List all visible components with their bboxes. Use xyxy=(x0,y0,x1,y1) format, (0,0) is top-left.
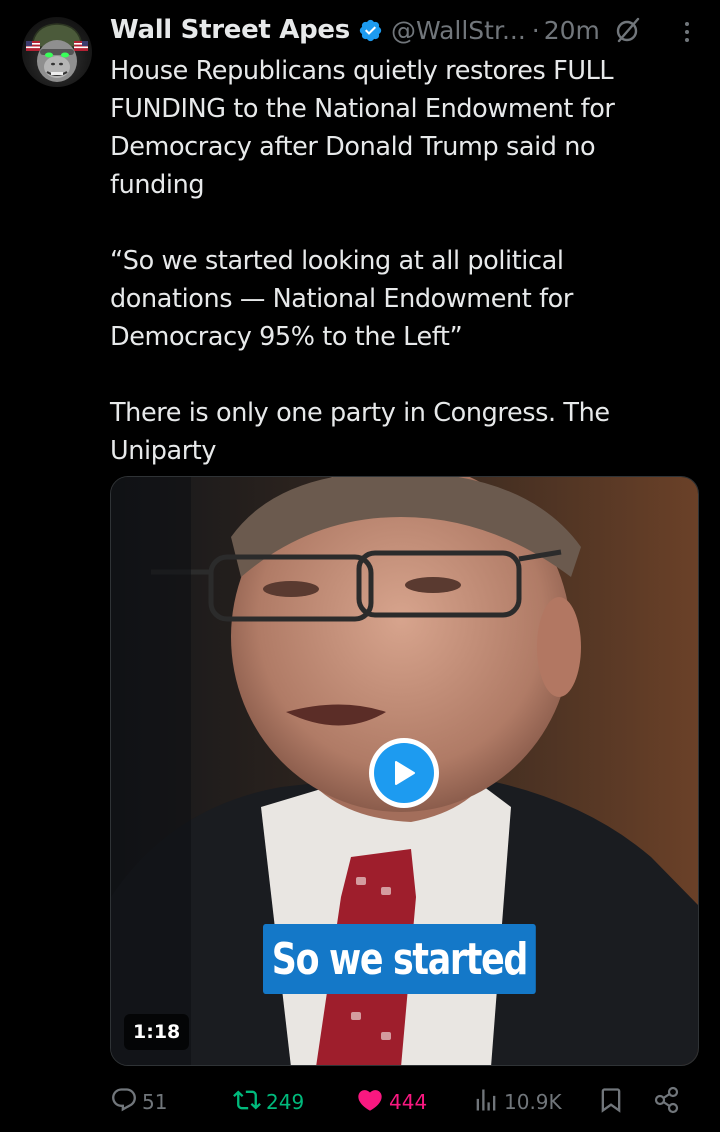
reply-count: 51 xyxy=(142,1090,168,1114)
tweet-paragraph: There is only one party in Congress. The… xyxy=(110,398,610,466)
heart-icon xyxy=(355,1086,389,1119)
tweet-timestamp[interactable]: 20m xyxy=(544,16,600,45)
video-player[interactable]: So we started 1:18 xyxy=(110,476,699,1066)
tweet-header: Wall Street Apes @WallStr... · 20m xyxy=(110,12,710,48)
retweet-button[interactable]: 249 xyxy=(232,1084,304,1120)
share-button[interactable] xyxy=(652,1084,686,1120)
tweet-text: House Republicans quietly restores FULL … xyxy=(110,52,670,470)
grok-icon[interactable] xyxy=(614,16,642,44)
tweet-paragraph: House Republicans quietly restores FULL … xyxy=(110,56,615,200)
share-icon xyxy=(652,1085,686,1120)
author-handle[interactable]: @WallStr... xyxy=(391,16,526,45)
video-duration: 1:18 xyxy=(124,1014,190,1050)
retweet-icon xyxy=(232,1086,266,1119)
author-display-name[interactable]: Wall Street Apes xyxy=(110,15,350,45)
view-count: 10.9K xyxy=(504,1090,562,1114)
more-icon[interactable] xyxy=(682,20,692,44)
play-icon xyxy=(374,743,434,803)
retweet-count: 249 xyxy=(266,1090,305,1114)
views-icon xyxy=(472,1086,504,1119)
reply-icon xyxy=(110,1086,142,1119)
header-separator: · xyxy=(531,15,540,45)
avatar[interactable] xyxy=(22,17,92,87)
reply-button[interactable]: 51 xyxy=(110,1084,167,1120)
tweet: Wall Street Apes @WallStr... · 20m House… xyxy=(0,0,720,1132)
video-caption: So we started xyxy=(263,924,536,994)
views-button[interactable]: 10.9K xyxy=(472,1084,562,1120)
verified-badge-icon xyxy=(358,18,383,43)
action-bar: 51 249 444 10.9K xyxy=(110,1084,700,1120)
like-count: 444 xyxy=(389,1090,428,1114)
like-button[interactable]: 444 xyxy=(355,1084,427,1120)
play-button[interactable] xyxy=(369,738,439,808)
ape-avatar-image xyxy=(26,23,88,82)
bookmark-icon xyxy=(597,1086,629,1119)
bookmark-button[interactable] xyxy=(597,1084,629,1120)
tweet-paragraph: “So we started looking at all political … xyxy=(110,246,573,352)
